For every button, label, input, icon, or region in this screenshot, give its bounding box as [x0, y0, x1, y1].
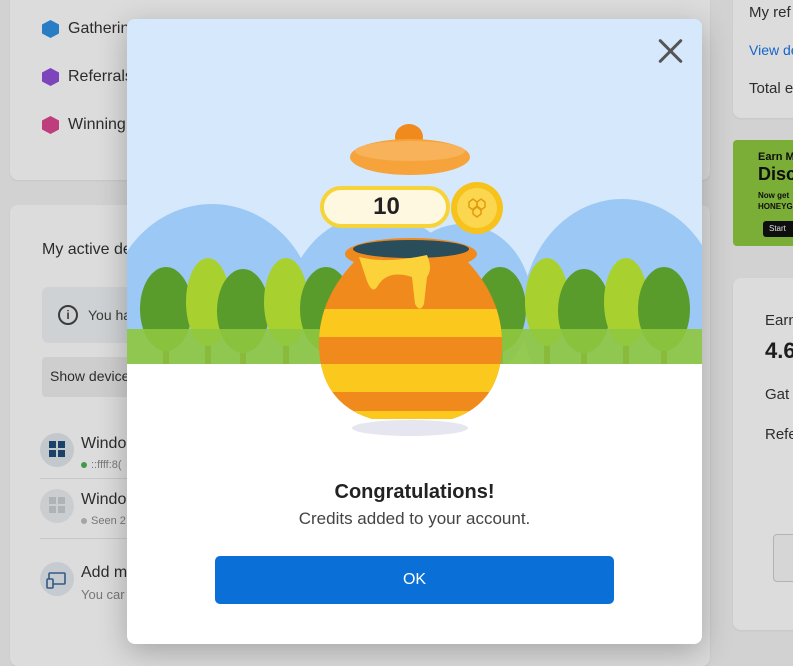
honey-pot-illustration: [127, 19, 702, 439]
congratulations-modal: 10 Congratulations! Credits added to you…: [127, 19, 702, 644]
credit-amount: 10: [373, 193, 400, 220]
ok-button[interactable]: OK: [215, 556, 614, 604]
close-icon[interactable]: [656, 37, 684, 65]
modal-title: Congratulations!: [334, 481, 495, 503]
modal-subtitle: Credits added to your account.: [298, 509, 531, 528]
